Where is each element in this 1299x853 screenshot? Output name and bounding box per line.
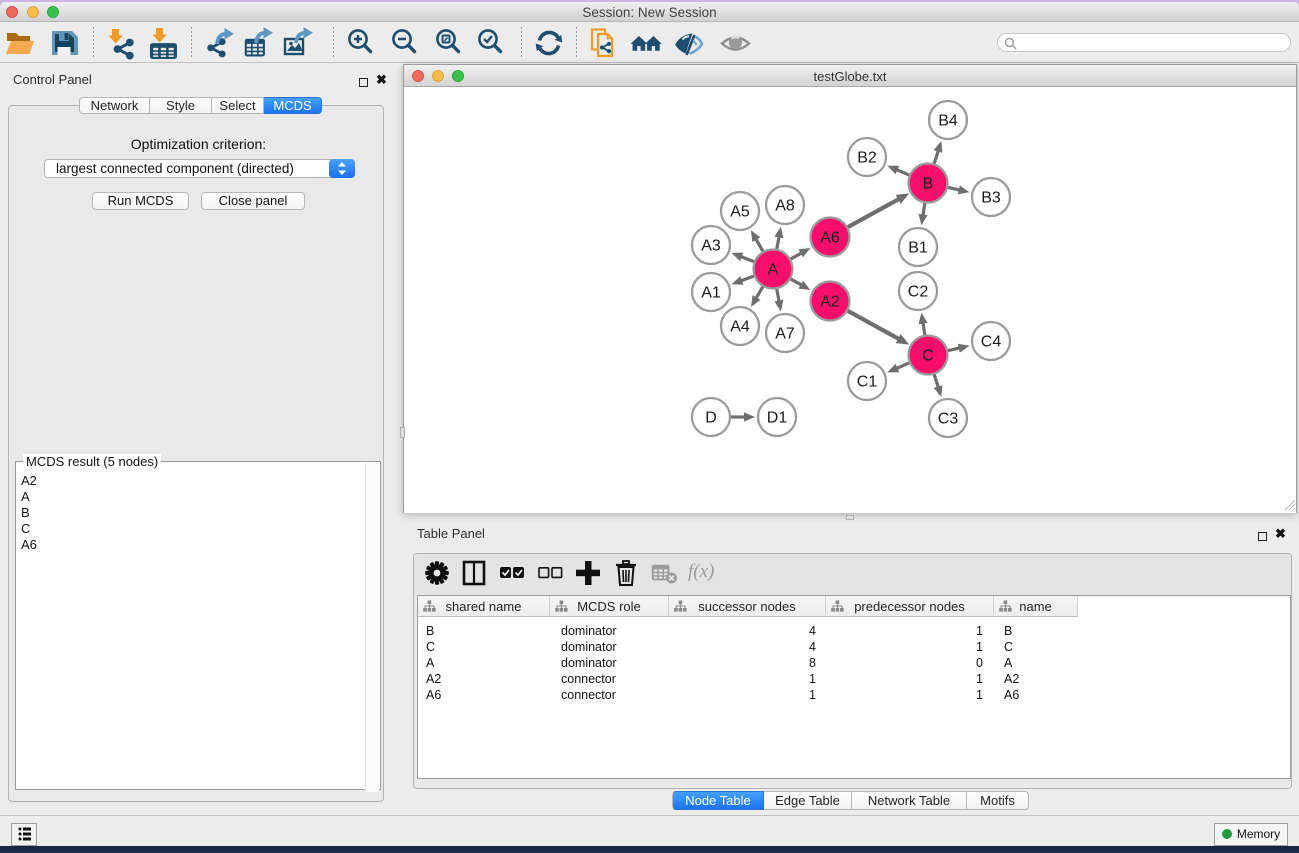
svg-text:A1: A1 (701, 285, 721, 302)
svg-text:B: B (923, 176, 934, 193)
svg-text:A3: A3 (701, 238, 721, 255)
svg-text:B4: B4 (938, 113, 958, 130)
svg-text:B2: B2 (857, 150, 877, 167)
svg-text:A7: A7 (775, 326, 795, 343)
svg-text:A2: A2 (820, 294, 840, 311)
svg-text:C1: C1 (857, 374, 878, 391)
svg-text:B3: B3 (981, 190, 1001, 207)
svg-text:A8: A8 (775, 198, 795, 215)
svg-text:A5: A5 (730, 204, 750, 221)
svg-text:A4: A4 (730, 319, 750, 336)
svg-text:B1: B1 (908, 240, 928, 257)
svg-text:D1: D1 (767, 410, 788, 427)
svg-text:C2: C2 (908, 284, 929, 301)
svg-text:A6: A6 (820, 230, 840, 247)
svg-text:A: A (768, 262, 779, 279)
svg-text:C4: C4 (981, 334, 1002, 351)
svg-text:C3: C3 (938, 411, 959, 428)
svg-text:C: C (922, 348, 934, 365)
svg-text:D: D (705, 410, 717, 427)
